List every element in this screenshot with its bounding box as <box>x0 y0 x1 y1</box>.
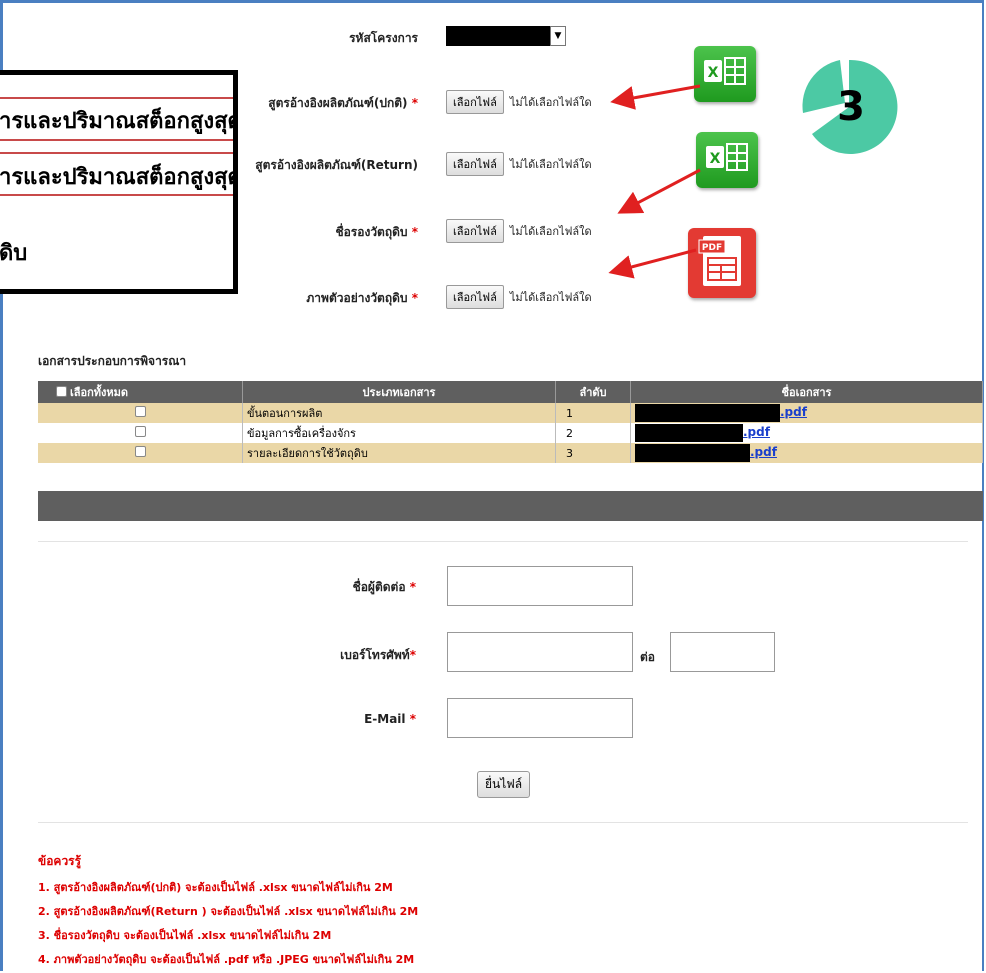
extension-input[interactable] <box>670 632 775 672</box>
doc-file-link[interactable]: .pdf <box>635 404 807 422</box>
callout-line: ารและปริมาณสต็อกสูงสุด <box>0 109 238 134</box>
table-row: รายละเอียดการใช้วัตถุดิบ 3 .pdf <box>38 443 983 463</box>
doc-order: 2 <box>555 423 631 443</box>
table-row: ขั้นตอนการผลิต 1 .pdf <box>38 403 983 423</box>
doc-order: 1 <box>555 403 631 423</box>
file-status: ไม่ได้เลือกไฟล์ใด <box>509 96 592 109</box>
divider <box>38 541 968 542</box>
submit-button[interactable]: ยื่นไฟล์ <box>477 771 531 798</box>
arrow-to-normal-formula <box>610 84 701 110</box>
table-header-row: เลือกทั้งหมด ประเภทเอกสาร ลำดับ ชื่อเอกส… <box>38 381 983 403</box>
row-checkbox[interactable] <box>134 406 146 417</box>
notes-title: ข้อควรรู้ <box>38 854 82 868</box>
extension-label: ต่อ <box>640 650 655 664</box>
doc-type: รายละเอียดการใช้วัตถุดิบ <box>242 443 556 463</box>
select-all-header[interactable]: เลือกทั้งหมด <box>38 381 243 403</box>
column-header-type: ประเภทเอกสาร <box>242 381 556 403</box>
choose-file-button[interactable]: เลือกไฟล์ <box>446 219 504 243</box>
phone-input[interactable] <box>447 632 633 672</box>
note-item: 2. สูตรอ้างอิงผลิตภัณฑ์(Return ) จะต้องเ… <box>38 905 419 918</box>
arrow-to-material-names <box>617 168 701 214</box>
choose-file-button[interactable]: เลือกไฟล์ <box>446 90 504 114</box>
table-footer <box>38 491 983 521</box>
note-item: 3. ชื่อรองวัตถุดิบ จะต้องเป็นไฟล์ .xlsx … <box>38 929 332 942</box>
email-label: E-Mail * <box>364 712 416 726</box>
doc-file-link[interactable]: .pdf <box>635 444 777 462</box>
choose-file-button[interactable]: เลือกไฟล์ <box>446 152 504 176</box>
divider <box>38 822 968 823</box>
doc-type: ข้อมูลการซื้อเครื่องจักร <box>242 423 556 443</box>
callout-line: ดิบ <box>0 241 28 266</box>
phone-label: เบอร์โทรศัพท์* <box>340 648 416 662</box>
zoom-callout: ารและปริมาณสต็อกสูงสุด ารและปริมาณสต็อกส… <box>0 70 238 294</box>
choose-file-button[interactable]: เลือกไฟล์ <box>446 285 504 309</box>
column-header-filename: ชื่อเอกสาร <box>630 381 983 403</box>
file-status: ไม่ได้เลือกไฟล์ใด <box>509 225 592 238</box>
table-row: ข้อมูลการซื้อเครื่องจักร 2 .pdf <box>38 423 983 443</box>
contact-name-input[interactable] <box>447 566 633 606</box>
documents-heading: เอกสารประกอบการพิจารณา <box>38 354 187 368</box>
row-checkbox[interactable] <box>134 426 146 437</box>
file-status: ไม่ได้เลือกไฟล์ใด <box>509 291 592 304</box>
doc-type: ขั้นตอนการผลิต <box>242 403 556 423</box>
callout-line: ารและปริมาณสต็อกสูงสุด <box>0 165 238 190</box>
select-all-checkbox[interactable] <box>56 386 67 397</box>
column-header-order: ลำดับ <box>555 381 631 403</box>
project-code-select[interactable]: ▼ <box>446 26 566 46</box>
email-input[interactable] <box>447 698 633 738</box>
documents-table: เลือกทั้งหมด ประเภทเอกสาร ลำดับ ชื่อเอกส… <box>38 381 983 463</box>
project-code-label: รหัสโครงการ <box>349 31 418 45</box>
arrow-to-material-images <box>608 248 697 279</box>
doc-order: 3 <box>555 443 631 463</box>
note-item: 4. ภาพตัวอย่างวัตถุดิบ จะต้องเป็นไฟล์ .p… <box>38 953 415 966</box>
file-status: ไม่ได้เลือกไฟล์ใด <box>509 158 592 171</box>
row-checkbox[interactable] <box>134 446 146 457</box>
note-item: 1. สูตรอ้างอิงผลิตภัณฑ์(ปกติ) จะต้องเป็น… <box>38 881 393 894</box>
step-number: 3 <box>837 84 865 130</box>
svg-text:X: X <box>710 151 721 167</box>
step-badge: 3 <box>802 59 898 154</box>
chevron-down-icon: ▼ <box>550 26 566 46</box>
contact-name-label: ชื่อผู้ติดต่อ * <box>352 580 416 594</box>
pointer-arrows <box>608 84 701 279</box>
doc-file-link[interactable]: .pdf <box>635 424 770 442</box>
